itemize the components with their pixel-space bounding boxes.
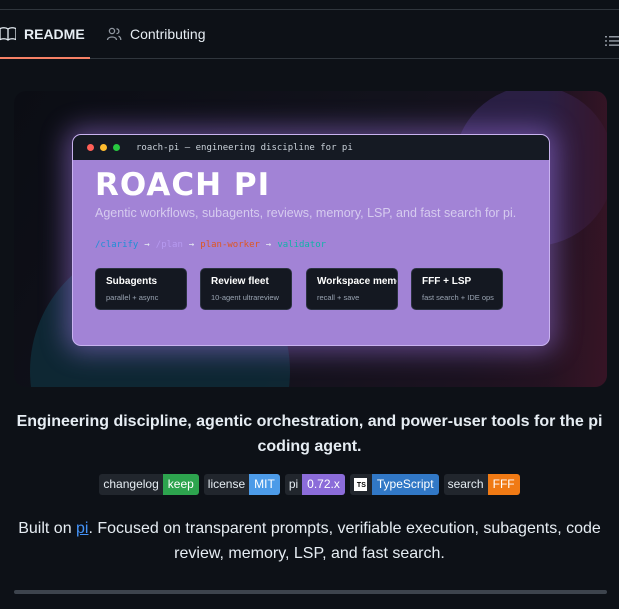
flow-step-plan: /plan bbox=[155, 240, 183, 250]
window-titlebar: roach-pi — engineering discipline for pi bbox=[73, 135, 549, 160]
close-dot-icon bbox=[87, 144, 94, 151]
book-icon bbox=[0, 27, 16, 41]
feature-card-workspace-memory: Workspace memory recall + save bbox=[306, 268, 398, 310]
badge-label: search bbox=[443, 474, 488, 495]
tab-readme[interactable]: README bbox=[0, 10, 90, 59]
badge-value: MIT bbox=[249, 474, 280, 495]
outline-icon[interactable] bbox=[605, 34, 619, 48]
minimize-dot-icon bbox=[100, 144, 107, 151]
search-badge[interactable]: search FFF bbox=[443, 474, 520, 495]
active-tab-indicator bbox=[0, 57, 90, 59]
feature-card-fff-lsp: FFF + LSP fast search + IDE ops bbox=[411, 268, 503, 310]
feature-card-title: Subagents bbox=[106, 276, 158, 287]
badge-label: pi bbox=[284, 474, 303, 495]
hero-title: ROACH PI bbox=[95, 167, 271, 203]
feature-card-subtitle: recall + save bbox=[317, 293, 360, 302]
pi-version-badge[interactable]: pi 0.72.x bbox=[284, 474, 345, 495]
project-description: Built on pi. Focused on transparent prom… bbox=[0, 516, 619, 566]
feature-card-title: FFF + LSP bbox=[422, 276, 472, 287]
flow-step-clarify: /clarify bbox=[95, 240, 139, 250]
badge-value: 0.72.x bbox=[302, 474, 345, 495]
hero-subtitle: Agentic workflows, subagents, reviews, m… bbox=[95, 206, 517, 220]
badge-label: license bbox=[203, 474, 250, 495]
typescript-icon: TS bbox=[353, 478, 367, 491]
section-divider bbox=[14, 590, 607, 594]
tab-contributing-label: Contributing bbox=[130, 26, 206, 42]
tab-contributing[interactable]: Contributing bbox=[106, 10, 206, 58]
badge-value: keep bbox=[162, 474, 199, 495]
tab-readme-label: README bbox=[24, 26, 85, 42]
changelog-badge[interactable]: changelog keep bbox=[99, 474, 199, 495]
feature-card-title: Workspace memory bbox=[317, 276, 397, 287]
window-title: roach-pi — engineering discipline for pi bbox=[136, 142, 353, 153]
feature-card-subtitle: fast search + IDE ops bbox=[422, 293, 494, 302]
terminal-window: roach-pi — engineering discipline for pi… bbox=[72, 134, 550, 346]
feature-card-subtitle: 10-agent ultrareview bbox=[211, 293, 279, 302]
readme-tabs: README Contributing bbox=[0, 10, 619, 59]
hero-banner-image: roach-pi — engineering discipline for pi… bbox=[14, 91, 607, 387]
feature-card-subtitle: parallel + async bbox=[106, 293, 159, 302]
badge-logo: TS bbox=[349, 474, 372, 495]
people-icon bbox=[106, 27, 122, 41]
badge-row: changelog keep license MIT pi 0.72.x TS Type… bbox=[0, 474, 619, 495]
project-tagline: Engineering discipline, agentic orchestr… bbox=[16, 413, 603, 455]
license-badge[interactable]: license MIT bbox=[203, 474, 280, 495]
pi-link[interactable]: pi bbox=[76, 520, 88, 537]
flow-arrow: → bbox=[144, 240, 150, 250]
typescript-badge[interactable]: TS TypeScript bbox=[349, 474, 439, 495]
flow-step-validator: validator bbox=[277, 240, 327, 250]
workflow-line: /clarify → /plan → plan-worker → validator bbox=[95, 240, 332, 250]
feature-card-review-fleet: Review fleet 10-agent ultrareview bbox=[200, 268, 292, 310]
feature-card-subagents: Subagents parallel + async bbox=[95, 268, 187, 310]
badge-label: changelog bbox=[99, 474, 163, 495]
description-text: . Focused on transparent prompts, verifi… bbox=[88, 520, 601, 562]
description-text: Built on bbox=[18, 520, 77, 537]
maximize-dot-icon bbox=[113, 144, 120, 151]
flow-arrow: → bbox=[188, 240, 195, 250]
feature-card-title: Review fleet bbox=[211, 276, 269, 287]
badge-label: TypeScript bbox=[371, 474, 439, 495]
banner-edge-glow bbox=[547, 91, 607, 387]
flow-arrow: → bbox=[265, 240, 272, 250]
flow-step-plan-worker: plan-worker bbox=[200, 240, 260, 250]
badge-value: FFF bbox=[487, 474, 520, 495]
